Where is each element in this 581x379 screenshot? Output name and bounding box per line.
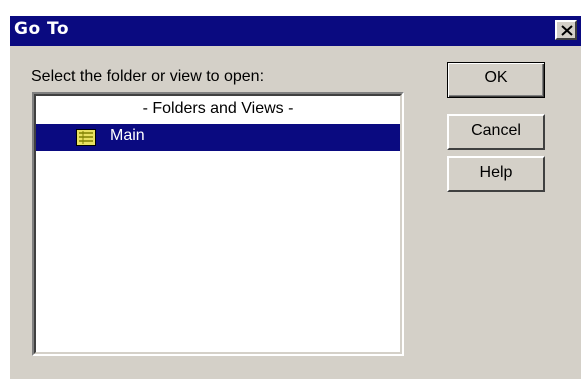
- list-item-main[interactable]: Main: [36, 124, 400, 151]
- title-bar: Go To: [10, 16, 581, 46]
- window-title: Go To: [14, 19, 70, 39]
- ok-button[interactable]: OK: [447, 62, 545, 98]
- list-header: - Folders and Views -: [142, 100, 294, 117]
- list-item-label: Main: [110, 127, 145, 144]
- prompt-label: Select the folder or view to open:: [31, 68, 265, 85]
- go-to-dialog: Go To Select the folder or view to open:…: [10, 16, 581, 379]
- help-button[interactable]: Help: [447, 156, 545, 192]
- folder-view-icon: [76, 129, 96, 146]
- folder-view-listbox[interactable]: - Folders and Views - Main: [32, 92, 404, 356]
- cancel-button[interactable]: Cancel: [447, 114, 545, 150]
- close-icon: [561, 25, 573, 36]
- listbox-frame: - Folders and Views - Main: [34, 94, 402, 354]
- close-button[interactable]: [555, 20, 577, 40]
